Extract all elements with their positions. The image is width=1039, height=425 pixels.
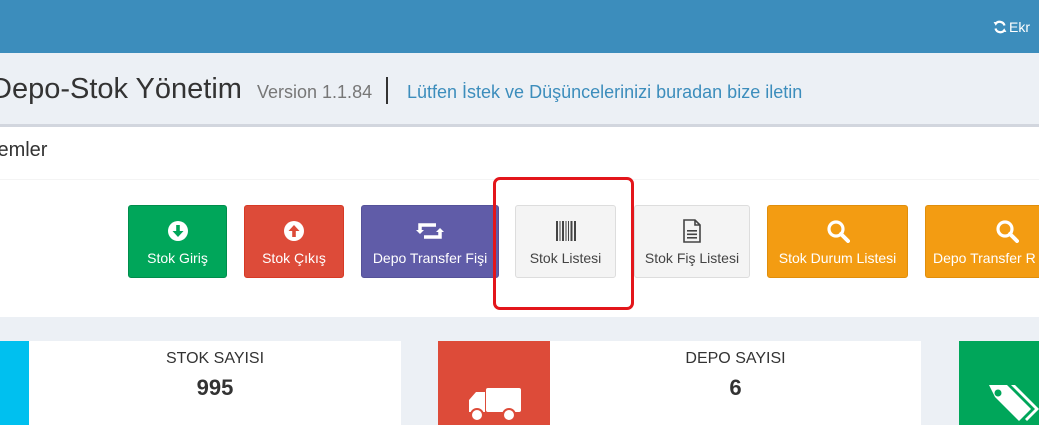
search-icon: [826, 218, 850, 244]
refresh-icon: [993, 20, 1007, 33]
depo-transfer-rapor-label: Depo Transfer R: [933, 249, 1036, 266]
stok-giris-button[interactable]: Stok Giriş: [128, 205, 227, 278]
top-navbar: Ekr: [0, 0, 1039, 53]
stok-sayisi-value: 995: [196, 375, 234, 400]
third-stat-icon-area: [959, 341, 1039, 425]
third-stat-box: [959, 341, 1039, 425]
feedback-link[interactable]: Lütfen İstek ve Düşüncelerinizi buradan …: [407, 82, 802, 103]
stok-durum-listesi-label: Stok Durum Listesi: [778, 249, 897, 266]
stok-cikis-label: Stok Çıkış: [262, 249, 326, 266]
stok-durum-listesi-button[interactable]: Stok Durum Listesi: [767, 205, 908, 278]
refresh-label: Ekr: [1009, 18, 1030, 35]
stok-fis-listesi-button[interactable]: Stok Fiş Listesi: [634, 205, 750, 278]
stok-giris-label: Stok Giriş: [147, 249, 208, 266]
retweet-icon: [416, 218, 444, 244]
depo-sayisi-icon-area: [438, 341, 550, 425]
refresh-button[interactable]: Ekr: [989, 0, 1039, 53]
depo-transfer-fisi-button[interactable]: Depo Transfer Fişi: [361, 205, 499, 278]
depo-sayisi-label: DEPO SAYISI: [685, 350, 786, 367]
highlight-frame: [493, 177, 634, 310]
page-title-bar: Depo-Stok Yönetim Version 1.1.84 Lütfen …: [0, 53, 1039, 124]
app-version: Version 1.1.84: [257, 82, 373, 102]
truck-icon: [466, 384, 522, 424]
stok-cikis-button[interactable]: Stok Çıkış: [244, 205, 344, 278]
panel-header: lemler: [0, 127, 1039, 180]
depo-sayisi-value: 6: [729, 375, 742, 400]
arrow-circle-up-icon: [283, 218, 305, 244]
depo-transfer-fisi-label: Depo Transfer Fişi: [372, 249, 488, 266]
file-text-icon: [682, 218, 702, 244]
depo-transfer-rapor-button[interactable]: Depo Transfer R: [925, 205, 1039, 278]
stok-sayisi-box: STOK SAYISI 995: [0, 341, 401, 425]
stok-sayisi-label: STOK SAYISI: [165, 350, 265, 367]
panel-title: lemler: [0, 139, 48, 161]
app-title: Depo-Stok Yönetim: [0, 73, 242, 105]
arrow-circle-down-icon: [167, 218, 189, 244]
tags-icon: [979, 373, 1039, 423]
depo-sayisi-box: DEPO SAYISI 6: [438, 341, 921, 425]
stok-fis-listesi-label: Stok Fiş Listesi: [644, 249, 740, 266]
stok-sayisi-icon-area: [0, 341, 29, 425]
search-icon: [995, 218, 1019, 244]
title-separator: [386, 77, 388, 104]
